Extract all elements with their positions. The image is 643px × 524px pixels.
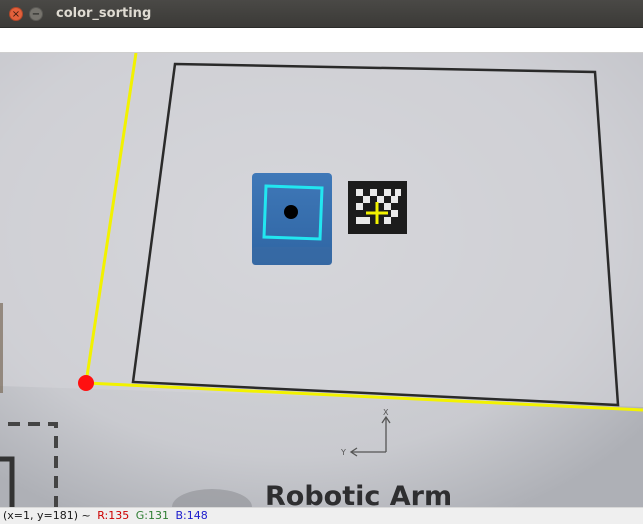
block-center-dot: [284, 205, 298, 219]
pixel-green-value: G:131: [135, 509, 169, 522]
close-icon: ×: [11, 9, 21, 20]
edge-artifact: [0, 303, 3, 393]
camera-view[interactable]: X Y Robotic Arm: [0, 53, 643, 507]
camera-frame: X Y Robotic Arm: [0, 53, 643, 507]
blue-block-side: [252, 247, 332, 265]
pixel-red-value: R:135: [97, 509, 130, 522]
window-titlebar: × − color_sorting: [0, 0, 643, 28]
origin-marker: [78, 375, 94, 391]
axis-x-label: X: [383, 408, 389, 417]
printed-label: Robotic Arm: [265, 481, 452, 507]
axis-y-label: Y: [340, 448, 346, 457]
status-bar: (x=1, y=181) ~ R:135 G:131 B:148: [0, 507, 643, 524]
minimize-button[interactable]: −: [29, 7, 43, 21]
close-button[interactable]: ×: [9, 7, 23, 21]
pixel-blue-value: B:148: [175, 509, 208, 522]
window-title: color_sorting: [56, 6, 152, 21]
pixel-coords: (x=1, y=181) ~: [3, 509, 91, 522]
minimize-icon: −: [31, 9, 41, 20]
toolbar-area: [0, 28, 643, 53]
